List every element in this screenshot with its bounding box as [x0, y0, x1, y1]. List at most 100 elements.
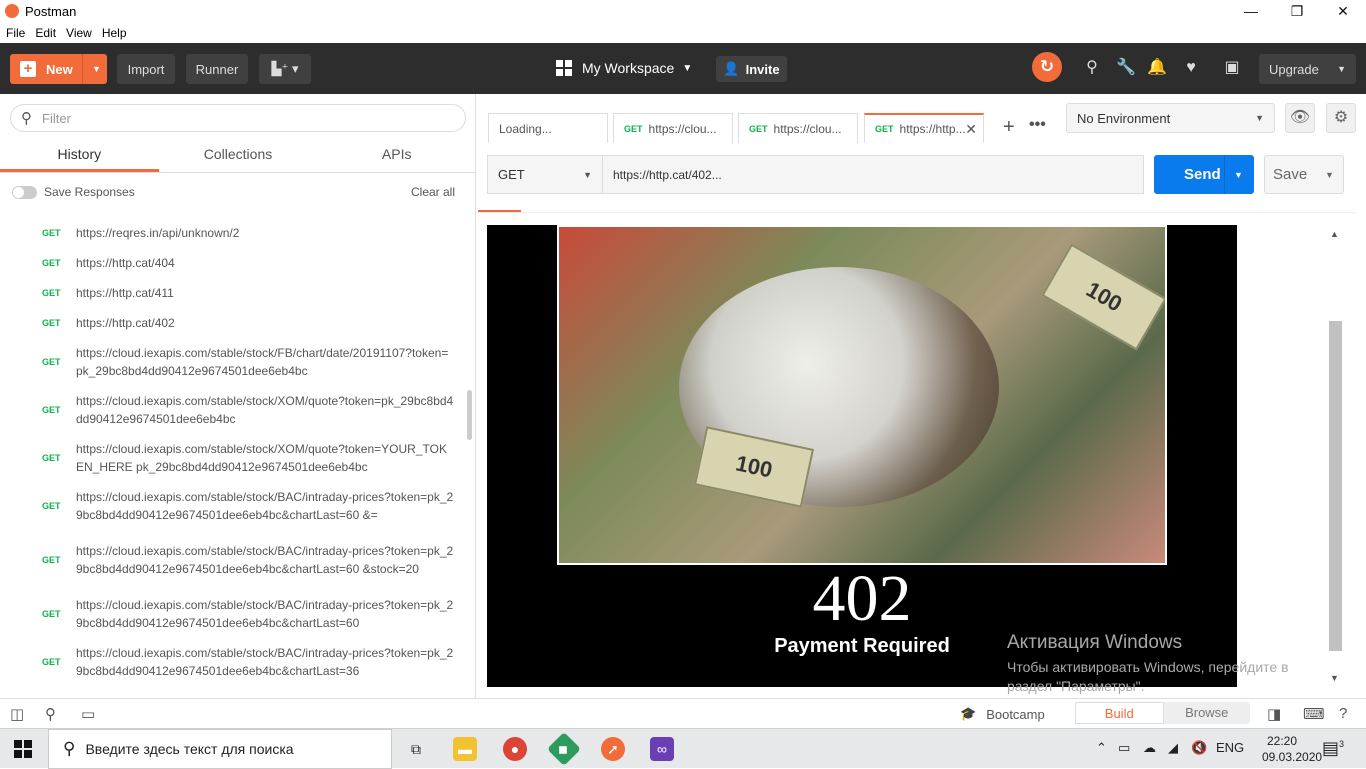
- history-item[interactable]: GET https://cloud.iexapis.com/stable/sto…: [0, 386, 465, 434]
- heart-icon[interactable]: ♥: [1180, 57, 1202, 79]
- maximize-button[interactable]: ❐: [1274, 0, 1320, 22]
- taskbar-search[interactable]: ⚲ Введите здесь текст для поиска: [48, 729, 392, 769]
- build-tab[interactable]: Build: [1075, 702, 1164, 724]
- new-window-button[interactable]: ▙⁺ ▾: [259, 54, 311, 84]
- minimize-button[interactable]: —: [1228, 0, 1274, 22]
- menu-view[interactable]: View: [66, 26, 92, 40]
- history-item[interactable]: GET https://cloud.iexapis.com/stable/sto…: [0, 638, 465, 686]
- workspace-selector[interactable]: My Workspace ▼: [556, 60, 692, 76]
- send-dropdown-caret-icon[interactable]: ▼: [1234, 170, 1243, 180]
- history-item[interactable]: GET https://cloud.iexapis.com/stable/sto…: [0, 434, 465, 482]
- upgrade-button[interactable]: Upgrade ▼: [1259, 54, 1356, 84]
- history-item[interactable]: GET https://http.cat/402: [0, 308, 465, 338]
- scroll-up-icon[interactable]: ▲: [1330, 229, 1339, 239]
- help-icon[interactable]: ?: [1339, 705, 1347, 722]
- invite-button[interactable]: 👤 Invite: [716, 56, 787, 82]
- visual-studio-icon[interactable]: ∞: [650, 737, 674, 761]
- clear-all-button[interactable]: Clear all: [411, 185, 455, 199]
- method-badge: GET: [749, 123, 768, 134]
- two-pane-icon[interactable]: ◨: [1267, 705, 1281, 723]
- bootcamp-label: Bootcamp: [986, 706, 1045, 722]
- history-list: GET https://reqres.in/api/unknown/2 GET …: [0, 218, 465, 686]
- chrome-icon[interactable]: ●: [503, 737, 527, 761]
- satellite-icon[interactable]: ⚲: [1081, 57, 1103, 79]
- postman-taskbar-icon[interactable]: ➚: [601, 737, 625, 761]
- request-tab-active[interactable]: GET https://http... ✕: [864, 113, 984, 143]
- sidebar-toggle-icon[interactable]: ◫: [10, 705, 24, 723]
- notification-icon[interactable]: ▤3: [1322, 738, 1344, 759]
- scroll-down-icon[interactable]: ▼: [1330, 673, 1339, 683]
- filter-input[interactable]: ⚲ Filter: [10, 104, 466, 132]
- bell-icon[interactable]: 🔔: [1146, 57, 1168, 79]
- history-item[interactable]: GET https://cloud.iexapis.com/stable/sto…: [0, 530, 465, 590]
- history-item[interactable]: GET https://cloud.iexapis.com/stable/sto…: [0, 482, 465, 530]
- request-tab[interactable]: Loading...: [488, 113, 608, 143]
- header-bar: + New ▼ Import Runner ▙⁺ ▾ My Workspace …: [0, 43, 1366, 94]
- tab-apis[interactable]: APIs: [317, 140, 476, 172]
- menu-edit[interactable]: Edit: [35, 26, 56, 40]
- import-button[interactable]: Import: [117, 54, 175, 84]
- keyboard-icon[interactable]: ⌨: [1303, 705, 1325, 723]
- new-button[interactable]: + New ▼: [10, 54, 107, 84]
- save-dropdown-caret-icon[interactable]: ▼: [1325, 170, 1334, 180]
- menu-help[interactable]: Help: [102, 26, 127, 40]
- more-icon[interactable]: •••: [1029, 116, 1046, 134]
- file-explorer-icon[interactable]: ▬: [453, 737, 477, 761]
- method-badge: GET: [42, 357, 61, 367]
- response-scrollbar[interactable]: ▲ ▼: [1327, 225, 1344, 687]
- toggle-switch[interactable]: [12, 185, 37, 199]
- save-label: Save: [1273, 166, 1308, 183]
- url-input[interactable]: https://http.cat/402...: [602, 155, 1144, 194]
- close-icon[interactable]: ✕: [965, 121, 977, 138]
- search-icon: ⚲: [21, 110, 32, 127]
- chevron-up-icon[interactable]: ⌃: [1096, 740, 1107, 756]
- tab-collections[interactable]: Collections: [159, 140, 318, 172]
- windows-start-icon[interactable]: [14, 740, 32, 758]
- task-view-icon[interactable]: ⧉: [404, 737, 428, 761]
- environment-select[interactable]: No Environment ▼: [1066, 103, 1275, 133]
- sync-icon[interactable]: ↻: [1032, 52, 1062, 82]
- close-button[interactable]: ✕: [1320, 0, 1366, 22]
- taskbar-search-placeholder: Введите здесь текст для поиска: [85, 741, 294, 757]
- request-tab[interactable]: GET https://clou...: [738, 113, 858, 143]
- battery-icon[interactable]: ▭: [1118, 740, 1130, 756]
- speaker-muted-icon[interactable]: 🔇: [1191, 740, 1207, 756]
- user-avatar-icon[interactable]: ▣: [1221, 57, 1243, 79]
- sidebar: ⚲ Filter History Collections APIs Save R…: [0, 94, 476, 698]
- history-item[interactable]: GET https://http.cat/411: [0, 278, 465, 308]
- tab-history[interactable]: History: [0, 140, 159, 172]
- request-tab[interactable]: GET https://clou...: [613, 113, 733, 143]
- app-icon[interactable]: ◆: [547, 732, 581, 766]
- history-item[interactable]: GET https://cloud.iexapis.com/stable/sto…: [0, 338, 465, 386]
- request-tabs: Loading... GET https://clou... GET https…: [478, 94, 1056, 144]
- console-icon[interactable]: ▭: [81, 705, 95, 723]
- clock[interactable]: 22:20 09.03.2020: [1262, 733, 1322, 765]
- new-dropdown-caret-icon[interactable]: ▼: [92, 64, 101, 74]
- sidebar-scrollbar[interactable]: [467, 220, 472, 690]
- cloud-icon[interactable]: ☁: [1143, 740, 1156, 756]
- language-indicator[interactable]: ENG: [1216, 740, 1244, 755]
- send-button[interactable]: Send ▼: [1154, 155, 1254, 194]
- find-icon[interactable]: ⚲: [45, 705, 56, 723]
- status-code: 402: [812, 562, 912, 635]
- history-item[interactable]: GET https://cloud.iexapis.com/stable/sto…: [0, 590, 465, 638]
- history-item[interactable]: GET https://reqres.in/api/unknown/2: [0, 218, 465, 248]
- add-tab-icon[interactable]: +: [1003, 116, 1015, 139]
- eye-icon[interactable]: 👁: [1285, 103, 1315, 133]
- wifi-icon[interactable]: ◢: [1168, 740, 1178, 756]
- browse-tab[interactable]: Browse: [1164, 702, 1251, 724]
- windows-taskbar: ⚲ Введите здесь текст для поиска ⧉ ▬ ● ◆…: [0, 728, 1366, 769]
- gear-icon[interactable]: ⚙: [1326, 103, 1356, 133]
- chevron-down-icon: ▼: [1337, 64, 1346, 74]
- save-responses-toggle[interactable]: Save Responses: [12, 185, 135, 199]
- send-label: Send: [1184, 166, 1221, 183]
- menu-file[interactable]: File: [6, 26, 25, 40]
- method-badge: GET: [42, 555, 61, 565]
- banknote: 100: [1041, 243, 1165, 351]
- method-select[interactable]: GET ▼: [487, 155, 603, 194]
- wrench-icon[interactable]: 🔧: [1115, 57, 1137, 79]
- save-button[interactable]: Save ▼: [1264, 155, 1344, 194]
- history-item[interactable]: GET https://http.cat/404: [0, 248, 465, 278]
- runner-button[interactable]: Runner: [186, 54, 248, 84]
- bootcamp-button[interactable]: 🎓 Bootcamp: [960, 706, 1045, 722]
